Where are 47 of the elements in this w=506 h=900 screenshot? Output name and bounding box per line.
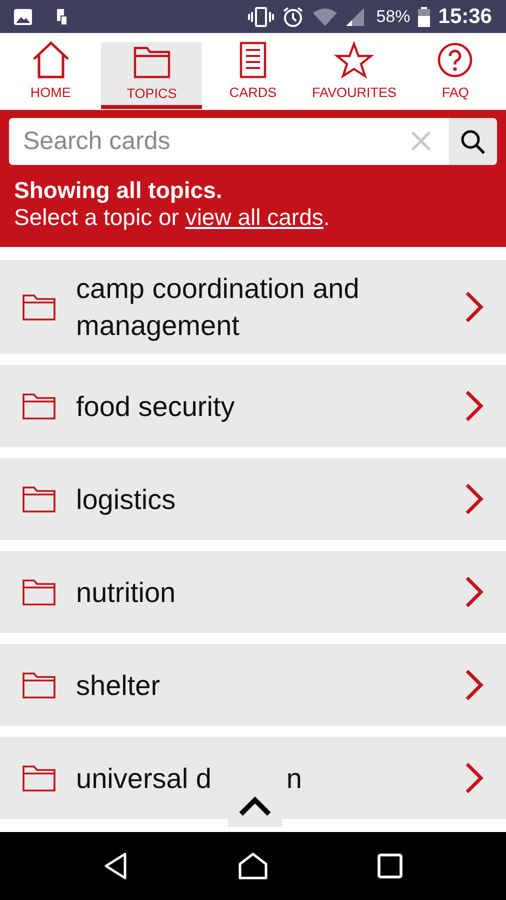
view-all-cards-link[interactable]: view all cards [185,204,324,230]
home-icon[interactable] [238,852,268,880]
topic-label: food security [76,390,235,422]
chevron-right-icon [464,483,484,515]
topic-label: nutrition [76,576,176,608]
topic-row[interactable]: universal d n [0,737,506,819]
topic-label: n [286,762,302,794]
vibrate-icon [248,6,274,26]
home-icon [30,41,71,79]
battery-icon [418,6,430,26]
image-icon [14,8,32,24]
topic-row[interactable]: nutrition [0,551,506,633]
star-icon [334,41,374,79]
signal-icon [346,8,364,26]
back-icon[interactable] [102,852,129,880]
topic-row[interactable]: camp coordination and management [0,260,506,354]
chevron-right-icon [464,576,484,608]
chevron-right-icon [464,291,484,323]
chevron-up-icon [238,795,272,817]
search-field[interactable]: Search cards [9,118,449,165]
folder-icon [22,671,56,699]
clock-time: 15:36 [438,4,492,30]
folder-icon [22,764,56,792]
chevron-right-icon [464,669,484,701]
notice-text: Select a topic or view all cards. [13,204,331,231]
folder-icon [22,293,56,321]
topic-row[interactable]: food security [0,365,506,447]
alarm-clock-icon [282,6,304,28]
wifi-icon [312,6,338,26]
battery-percent: 58% [376,6,410,28]
search-icon [460,128,486,154]
nav-tab[interactable]: TOPICS [101,42,202,109]
chevron-right-icon [464,390,484,422]
topic-label: shelter [76,670,160,700]
topic-row[interactable]: shelter [0,644,506,726]
topic-row[interactable]: logistics [0,458,506,540]
folder-icon [22,392,56,420]
phone-icon [56,8,68,26]
recent-apps-icon[interactable] [377,853,404,879]
folder-icon [22,485,56,513]
topic-label: camp coordination and management [76,273,360,341]
chevron-right-icon [464,762,484,794]
search-button[interactable] [449,118,497,165]
topic-label: logistics [76,484,176,514]
notice-title: Showing all topics. [13,177,224,204]
folder-icon [22,578,56,606]
topic-label: universal d [76,762,212,794]
